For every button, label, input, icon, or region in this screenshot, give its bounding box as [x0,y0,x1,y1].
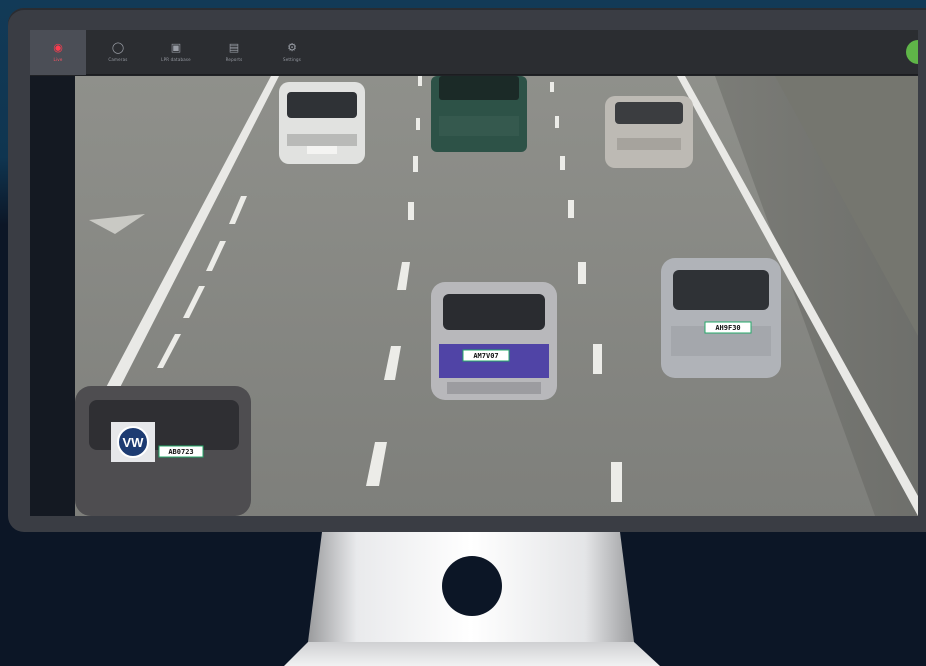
stand-hole [442,556,502,616]
camera-icon: ◉ [53,41,63,54]
side-panel [30,76,75,516]
monitor-stand [0,532,926,666]
vehicle-center-sedan [431,282,557,400]
plate-detection-left: AB0723 [158,445,204,458]
camera-outline-icon: ◯ [111,41,125,54]
plate-text-left: AB0723 [168,448,193,456]
monitor-bezel: ◉ Live ◯ Cameras ▣ LPR database ▤ Report… [8,8,926,532]
toolbar-lpr-database-button[interactable]: ▣ LPR database [148,30,204,75]
toolbar-reports-button[interactable]: ▤ Reports [206,30,262,75]
app-toolbar: ◉ Live ◯ Cameras ▣ LPR database ▤ Report… [30,30,918,75]
vehicle-white-suv [279,82,365,164]
stand-base [284,642,660,666]
gear-icon: ⚙ [287,41,297,54]
highway-scene: VW AM7V07 AH9F30 AB0723 [75,76,918,516]
brand-logo-text: VW [123,435,145,450]
camera-feed[interactable]: VW AM7V07 AH9F30 AB0723 [75,76,918,516]
connection-status-indicator [906,40,918,64]
vehicle-green-van [431,76,527,152]
database-icon: ▣ [170,41,182,54]
vehicle-silver-sedan [605,96,693,168]
plate-detection-right: AH9F30 [704,321,752,334]
plate-detection-center: AM7V07 [462,349,510,362]
plate-text-right: AH9F30 [715,324,740,332]
toolbar-settings-button[interactable]: ⚙ Settings [264,30,320,75]
toolbar-live-button[interactable]: ◉ Live [30,30,86,75]
plate-text-center: AM7V07 [473,352,498,360]
stand-graphic [284,532,660,666]
toolbar-cameras-button[interactable]: ◯ Cameras [90,30,146,75]
monitor-screen: ◉ Live ◯ Cameras ▣ LPR database ▤ Report… [30,30,918,516]
vehicle-right-hatchback [661,258,781,378]
report-icon: ▤ [228,41,240,54]
